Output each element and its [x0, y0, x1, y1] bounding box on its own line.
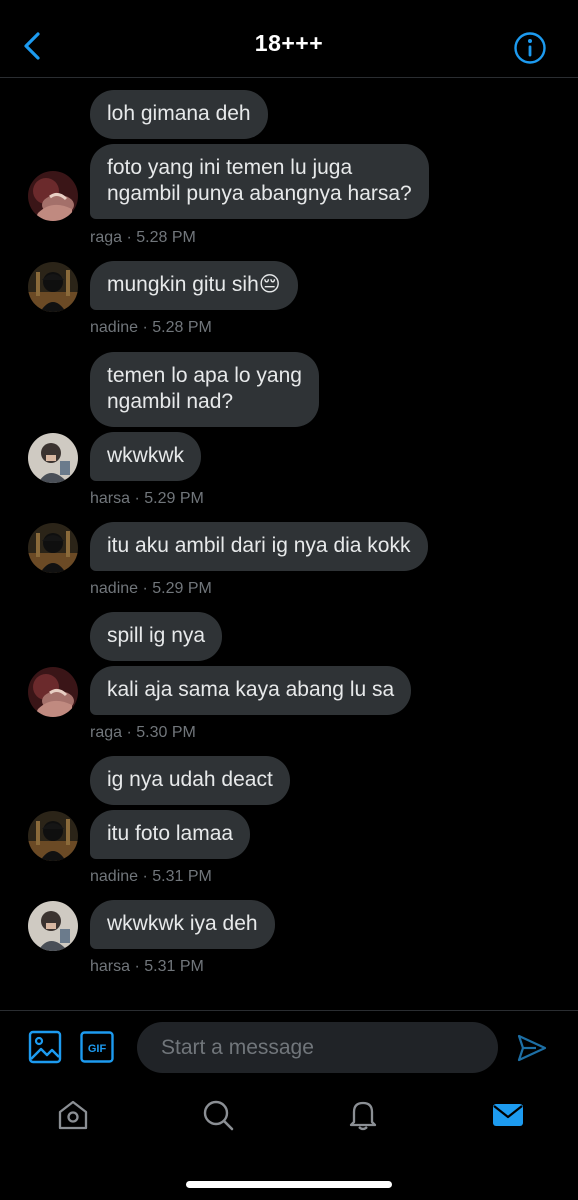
message-bubble[interactable]: wkwkwk: [90, 432, 201, 481]
send-button[interactable]: [516, 1032, 548, 1064]
avatar-raga[interactable]: [28, 667, 78, 717]
message-meta: harsa · 5.31 PM: [90, 958, 204, 975]
message-meta: harsa · 5.29 PM: [90, 490, 204, 507]
image-icon: [28, 1030, 62, 1064]
message-meta: nadine · 5.31 PM: [90, 868, 212, 885]
message-bubble[interactable]: itu aku ambil dari ig nya dia kokk: [90, 522, 428, 571]
messages-envelope-icon: [493, 1104, 523, 1126]
message-meta: nadine · 5.28 PM: [90, 319, 212, 336]
avatar-nadine[interactable]: [28, 811, 78, 861]
message-input[interactable]: [137, 1022, 498, 1073]
avatar-raga[interactable]: [28, 171, 78, 221]
message-meta: raga · 5.28 PM: [90, 229, 196, 246]
tab-search[interactable]: [201, 1098, 235, 1132]
message-bubble[interactable]: loh gimana deh: [90, 90, 268, 139]
search-icon: [203, 1100, 234, 1131]
message-bubble[interactable]: ig nya udah deact: [90, 756, 290, 805]
avatar-nadine[interactable]: [28, 523, 78, 573]
conversation-title[interactable]: 18+++: [0, 30, 578, 57]
avatar-nadine[interactable]: [28, 262, 78, 312]
info-button[interactable]: [512, 30, 548, 66]
gif-icon: GIF: [80, 1031, 114, 1063]
home-indicator: [186, 1181, 392, 1188]
composer-divider: [0, 1010, 578, 1011]
tab-notifications[interactable]: [346, 1098, 380, 1132]
message-meta: nadine · 5.29 PM: [90, 580, 212, 597]
tab-messages[interactable]: [491, 1098, 525, 1132]
add-media-button[interactable]: [28, 1030, 62, 1064]
home-icon: [58, 1100, 88, 1130]
notifications-bell-icon: [349, 1101, 377, 1131]
message-bubble[interactable]: kali aja sama kaya abang lu sa: [90, 666, 412, 715]
message-bubble[interactable]: mungkin gitu sih😔: [90, 261, 298, 310]
message-bubble[interactable]: temen lo apa lo yang ngambil nad?: [90, 352, 319, 427]
message-bubble[interactable]: foto yang ini temen lu juga ngambil puny…: [90, 144, 429, 219]
message-meta: raga · 5.30 PM: [90, 724, 196, 741]
tab-home[interactable]: [56, 1098, 90, 1132]
conversation-header: 18+++: [0, 0, 578, 78]
avatar-harsa[interactable]: [28, 901, 78, 951]
gif-label: GIF: [88, 1043, 107, 1055]
message-bubble[interactable]: itu foto lamaa: [90, 810, 251, 859]
add-gif-button[interactable]: GIF: [80, 1031, 114, 1063]
message-bubble[interactable]: wkwkwk iya deh: [90, 900, 275, 949]
avatar-harsa[interactable]: [28, 433, 78, 483]
message-bubble[interactable]: spill ig nya: [90, 612, 223, 661]
send-icon: [517, 1034, 547, 1062]
info-circle-icon: [514, 32, 546, 64]
